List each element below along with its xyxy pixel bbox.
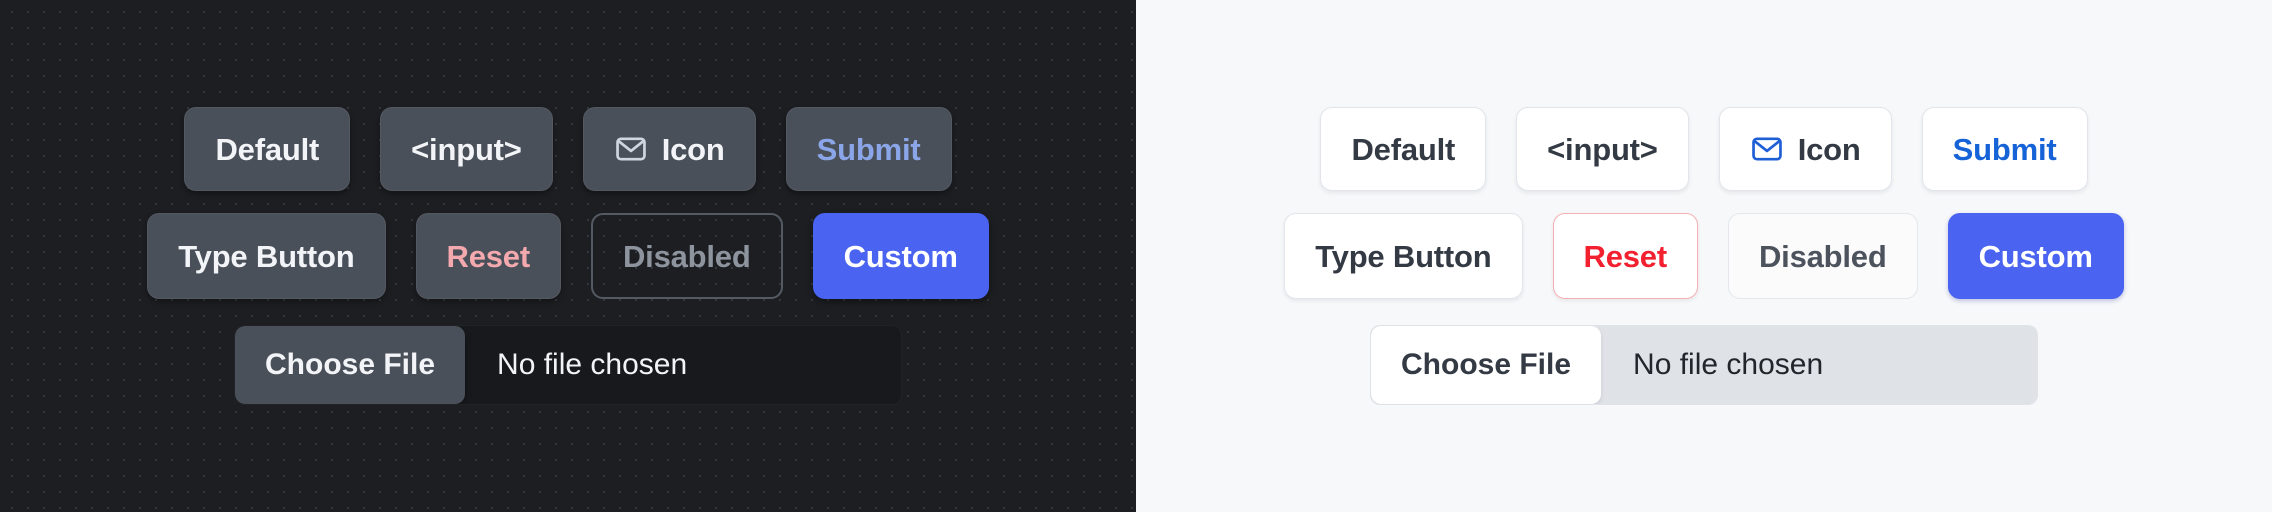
light-file-row: Choose File No file chosen (1370, 325, 2038, 405)
mail-icon (1750, 132, 1784, 166)
light-file-name-label: No file chosen (1633, 348, 1824, 381)
dark-submit-button-label: Submit (816, 131, 921, 167)
dark-default-button-label: Default (215, 131, 320, 167)
dark-button-row-1: Default <input> Icon Submit (184, 107, 952, 191)
dark-default-button[interactable]: Default (184, 107, 351, 191)
dark-file-name-label: No file chosen (497, 348, 688, 381)
mail-icon (614, 132, 648, 166)
dark-custom-button[interactable]: Custom (812, 213, 989, 299)
light-button-row-2: Type Button Reset Disabled Custom (1284, 213, 2124, 299)
light-submit-button[interactable]: Submit (1921, 107, 2088, 191)
dark-reset-button[interactable]: Reset (415, 213, 561, 299)
dark-type-button-label: Type Button (178, 238, 355, 274)
light-type-button[interactable]: Type Button (1284, 213, 1523, 299)
button-showcase-stage: Default <input> Icon Submit Type Button … (0, 0, 2272, 512)
dark-disabled-button: Disabled (590, 213, 783, 299)
light-file-input[interactable]: Choose File No file chosen (1370, 325, 2038, 405)
dark-icon-button[interactable]: Icon (582, 107, 756, 191)
dark-input-button[interactable]: <input> (380, 107, 553, 191)
dark-icon-button-label: Icon (661, 131, 725, 167)
dark-type-button[interactable]: Type Button (147, 213, 386, 299)
light-type-button-label: Type Button (1315, 238, 1492, 274)
dark-submit-button[interactable]: Submit (785, 107, 952, 191)
light-disabled-button-label: Disabled (1758, 238, 1887, 274)
dark-theme-panel: Default <input> Icon Submit Type Button … (0, 0, 1136, 512)
light-theme-panel: Default <input> Icon Submit Type Button … (1136, 0, 2272, 512)
light-input-button[interactable]: <input> (1516, 107, 1689, 191)
light-reset-button[interactable]: Reset (1552, 213, 1698, 299)
light-panel-content: Default <input> Icon Submit Type Button … (1136, 0, 2272, 512)
dark-file-input[interactable]: Choose File No file chosen (234, 325, 902, 405)
light-choose-file-button[interactable]: Choose File (1371, 326, 1602, 404)
light-reset-button-label: Reset (1583, 238, 1668, 274)
dark-panel-content: Default <input> Icon Submit Type Button … (0, 0, 1136, 512)
dark-button-row-2: Type Button Reset Disabled Custom (147, 213, 989, 299)
light-icon-button[interactable]: Icon (1718, 107, 1892, 191)
light-submit-button-label: Submit (1952, 131, 2057, 167)
light-button-row-1: Default <input> Icon Submit (1320, 107, 2088, 191)
light-icon-button-label: Icon (1797, 131, 1861, 167)
light-default-button-label: Default (1351, 131, 1456, 167)
dark-custom-button-label: Custom (843, 238, 958, 274)
dark-reset-button-label: Reset (446, 238, 531, 274)
dark-choose-file-button[interactable]: Choose File (235, 326, 466, 404)
light-input-button-label: <input> (1547, 131, 1658, 167)
light-disabled-button: Disabled (1727, 213, 1918, 299)
dark-disabled-button-label: Disabled (622, 238, 751, 274)
light-custom-button[interactable]: Custom (1947, 213, 2124, 299)
dark-input-button-label: <input> (411, 131, 522, 167)
dark-file-row: Choose File No file chosen (234, 325, 902, 405)
light-default-button[interactable]: Default (1320, 107, 1487, 191)
light-custom-button-label: Custom (1978, 238, 2093, 274)
